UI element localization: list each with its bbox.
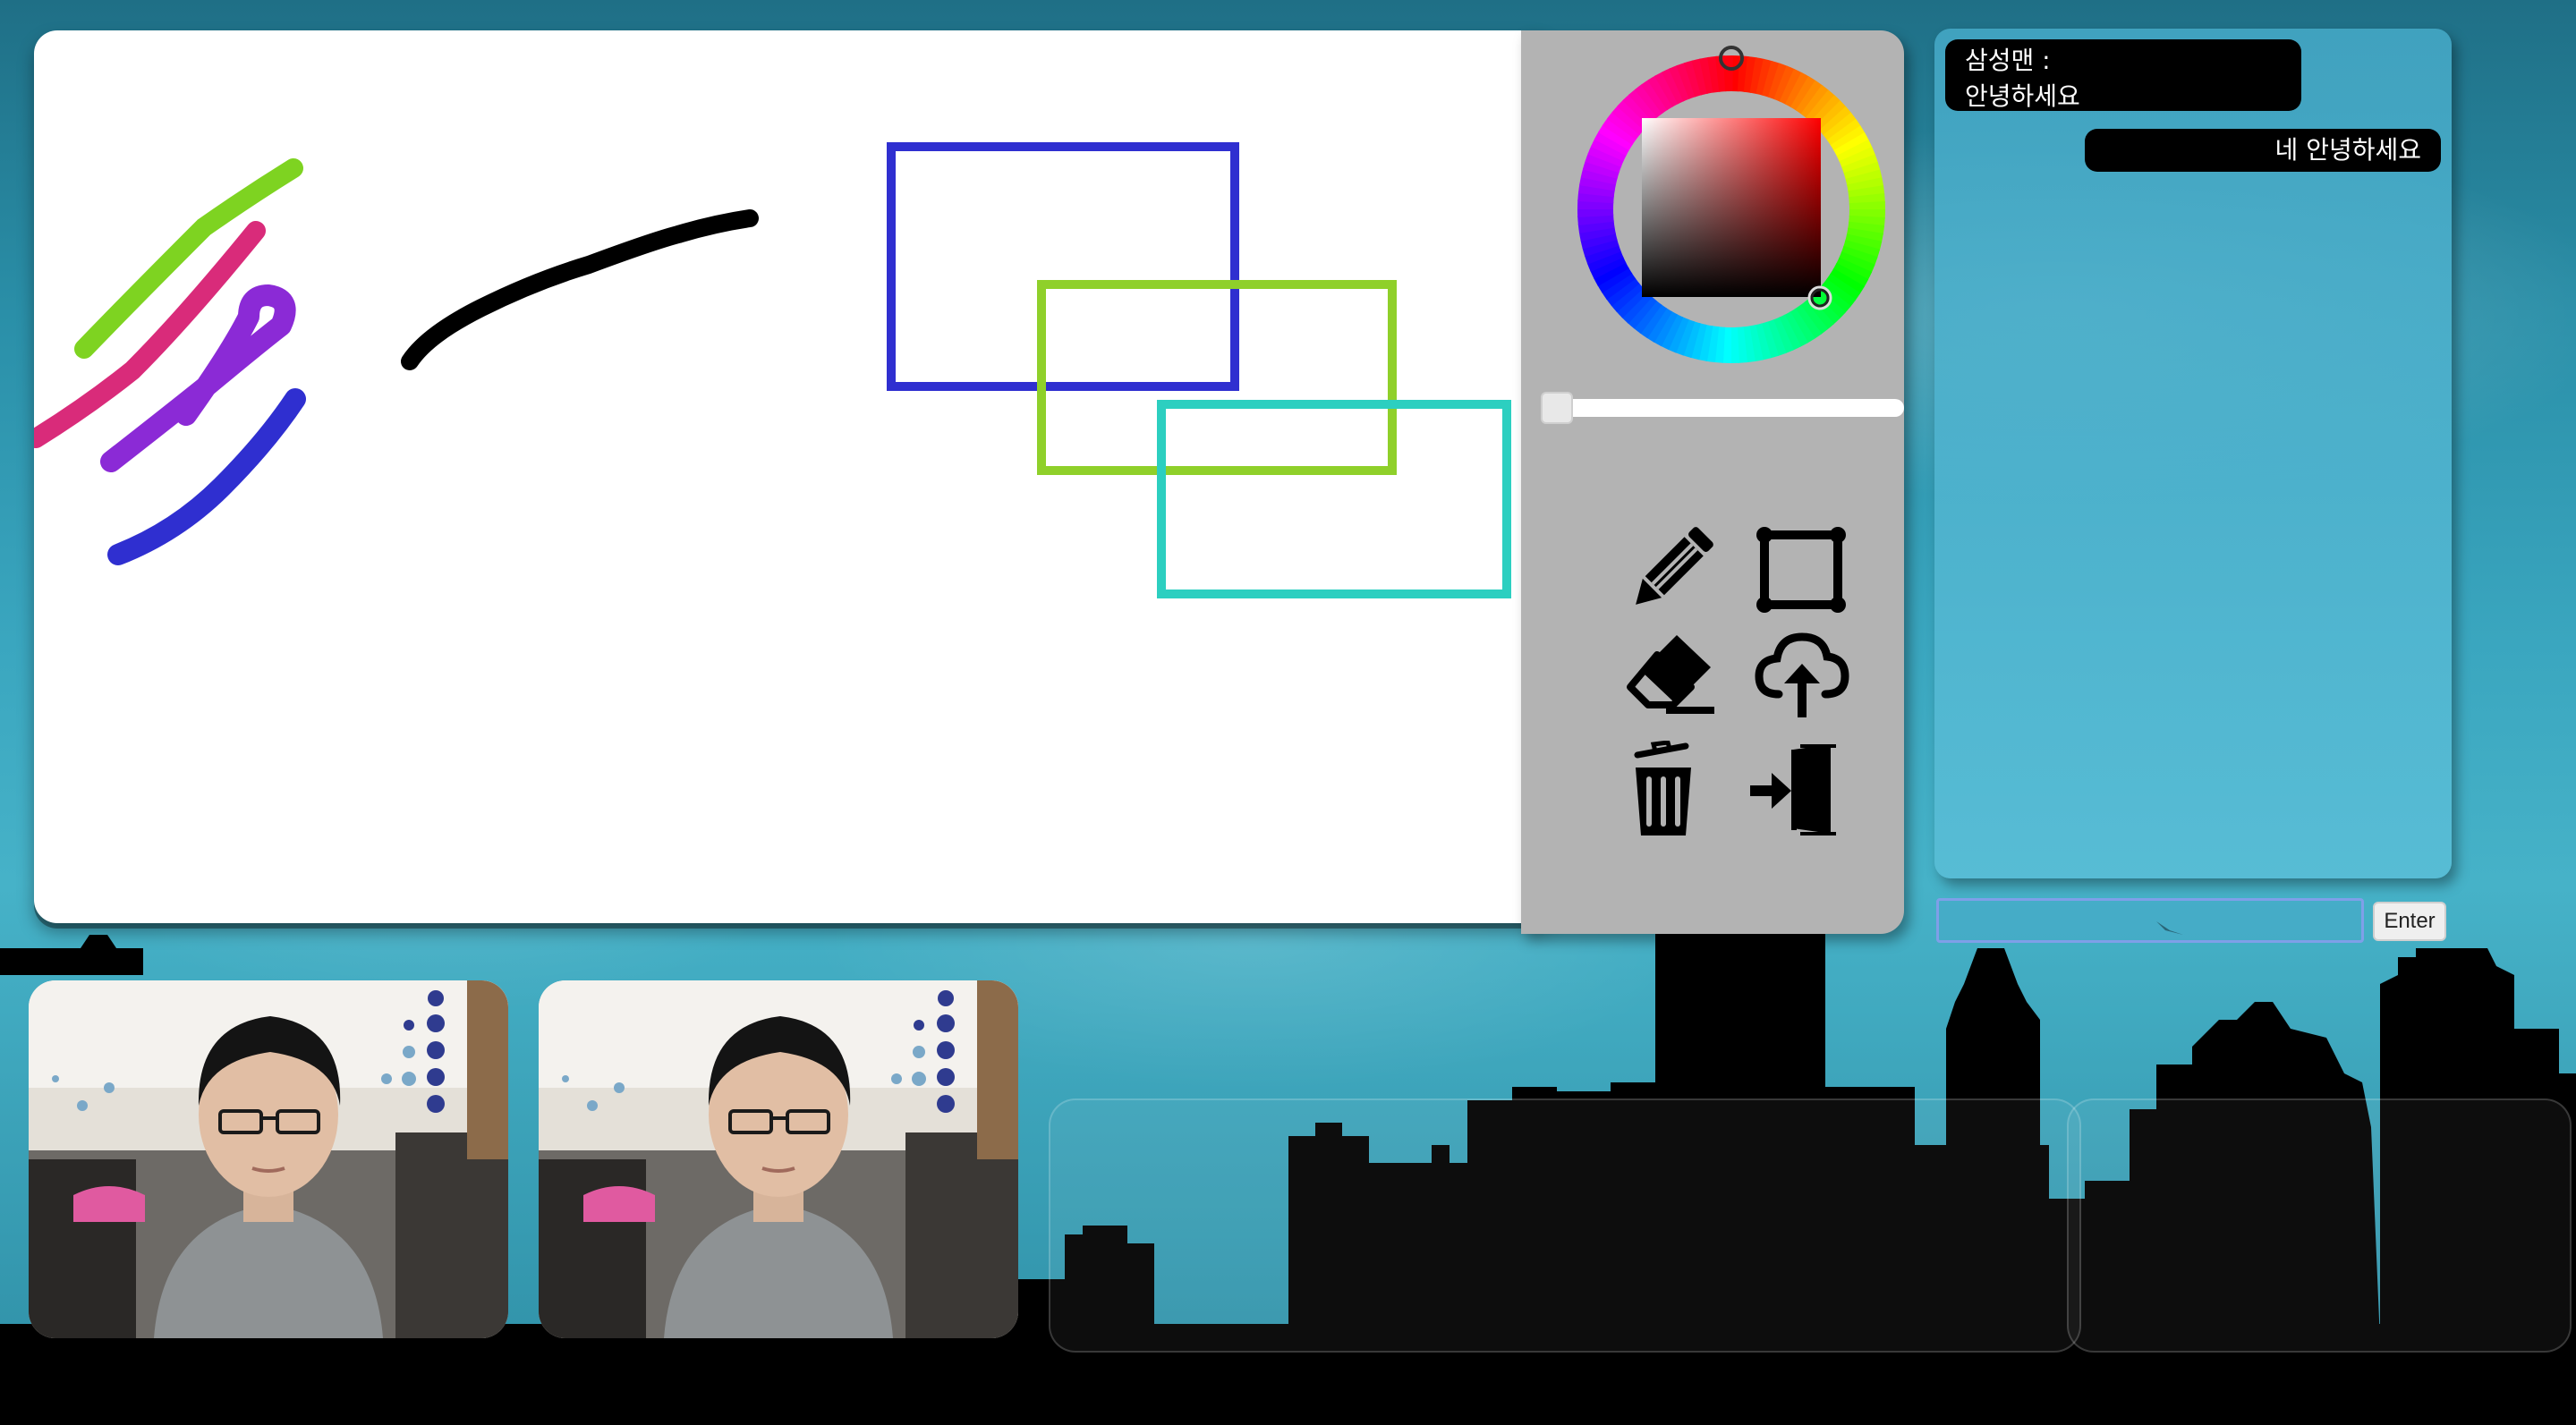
chat-message-sender: 삼성맨 :	[1965, 46, 2051, 75]
exit-tool[interactable]	[1745, 741, 1843, 839]
trash-icon	[1634, 740, 1691, 835]
chat-message-text: 안녕하세요	[1965, 81, 2080, 111]
webcam-feed	[539, 980, 1018, 1338]
color-wheel[interactable]	[1561, 39, 1901, 379]
chat-message-outgoing: 네 안녕하세요	[2085, 129, 2441, 172]
pink-stroke	[34, 221, 266, 448]
eraser-icon	[1627, 635, 1714, 714]
local-video	[29, 980, 508, 1338]
enter-button[interactable]: Enter	[2373, 902, 2446, 941]
chat-message-text: 네 안녕하세요	[2274, 135, 2421, 165]
upload-tool[interactable]	[1752, 624, 1850, 723]
teal-rectangle	[1157, 400, 1511, 598]
webcam-feed	[29, 980, 508, 1338]
chat-input[interactable]	[1936, 898, 2364, 943]
pencil-tool[interactable]	[1621, 521, 1720, 619]
drawing-canvas[interactable]	[34, 30, 1555, 923]
black-stroke	[401, 209, 759, 370]
chat-message-incoming: 삼성맨 : 안녕하세요	[1945, 39, 2301, 111]
background-panel-left	[1049, 1098, 2081, 1353]
rectangle-tool[interactable]	[1752, 521, 1850, 619]
exit-door-icon	[1750, 744, 1836, 835]
cloud-upload-icon	[1755, 632, 1849, 717]
pencil-icon	[1636, 527, 1713, 605]
clear-tool[interactable]	[1614, 740, 1713, 839]
brush-size-slider[interactable]	[1557, 399, 1904, 417]
background-panel-right	[2067, 1098, 2572, 1353]
blue-rectangle	[887, 142, 1239, 391]
green-rectangle	[1037, 280, 1397, 475]
remote-video	[539, 980, 1018, 1338]
brush-size-slider-thumb[interactable]	[1541, 392, 1573, 424]
rectangle-icon	[1756, 527, 1846, 613]
eraser-tool[interactable]	[1621, 624, 1720, 723]
